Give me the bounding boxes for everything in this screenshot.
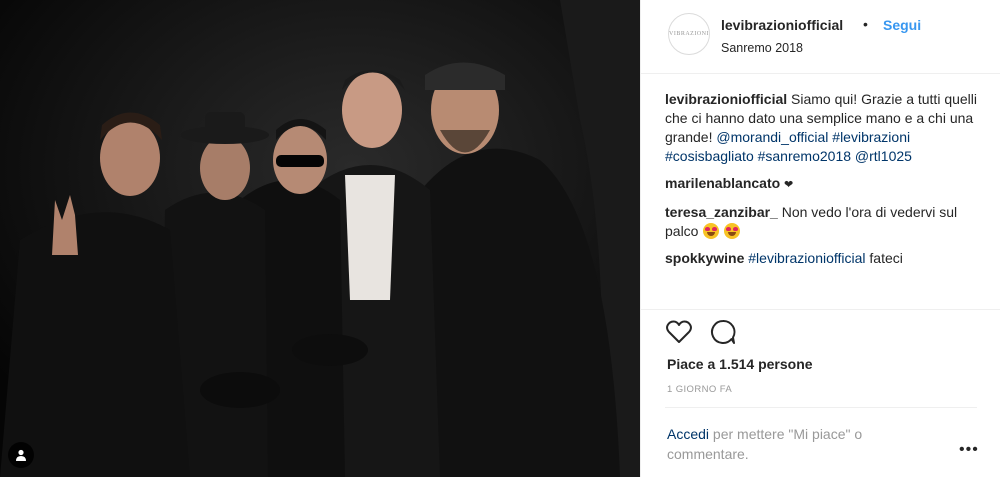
heart-eyes-emoji-icon [724, 223, 741, 239]
comment-username[interactable]: teresa_zanzibar_ [665, 204, 778, 220]
heart-eyes-emoji-icon [703, 223, 720, 239]
more-options-button[interactable]: ••• [959, 441, 979, 459]
follow-button[interactable]: Segui [883, 17, 921, 33]
comment-username[interactable]: marilenablancato [665, 175, 780, 191]
comment-username[interactable]: spokkywine [665, 250, 744, 266]
comment-item: teresa_zanzibar_ Non vedo l'ora di veder… [665, 203, 985, 241]
action-bar [665, 318, 737, 346]
heart-icon [666, 320, 692, 343]
user-tag-button[interactable] [8, 442, 34, 468]
mention-link[interactable]: @rtl1025 [855, 148, 912, 164]
post-timestamp[interactable]: 1 GIORNO FA [667, 384, 732, 395]
mention-link[interactable]: @morandi_official [716, 129, 828, 145]
post-header: VIBRAZIONI levibrazioniofficial • Segui … [641, 0, 1000, 74]
avatar[interactable]: VIBRAZIONI [668, 13, 710, 55]
username-link[interactable]: levibrazioniofficial [721, 17, 843, 33]
comment-username[interactable]: levibrazioniofficial [665, 91, 787, 107]
caption: levibrazioniofficial Siamo qui! Grazie a… [665, 90, 985, 166]
likes-count[interactable]: Piace a 1.514 persone [667, 356, 813, 372]
comment-text: ❤ [784, 179, 794, 191]
band-photo-illustration [0, 0, 640, 477]
hashtag-link[interactable]: #levibrazioniofficial [748, 250, 865, 266]
user-tag-icon [16, 449, 26, 461]
comment-button[interactable] [709, 318, 737, 346]
comment-icon [711, 319, 736, 344]
more-options-icon: ••• [959, 441, 979, 458]
divider [641, 309, 1000, 310]
avatar-logo-text: VIBRAZIONI [669, 31, 709, 37]
comments-list[interactable]: levibrazioniofficial Siamo qui! Grazie a… [665, 90, 985, 304]
comment-text: fateci [869, 250, 903, 266]
login-link[interactable]: Accedi [667, 426, 709, 442]
post-side-panel: VIBRAZIONI levibrazioniofficial • Segui … [640, 0, 1000, 477]
comment-item: marilenablancato ❤ [665, 174, 985, 195]
login-prompt: Accedi per mettere "Mi piace" o commenta… [667, 424, 937, 464]
comment-item: spokkywine #levibrazioniofficial fateci [665, 249, 985, 268]
separator-dot: • [863, 16, 868, 32]
like-button[interactable] [665, 318, 693, 346]
location-link[interactable]: Sanremo 2018 [721, 41, 803, 55]
post-photo[interactable] [0, 0, 640, 477]
divider [665, 407, 977, 408]
